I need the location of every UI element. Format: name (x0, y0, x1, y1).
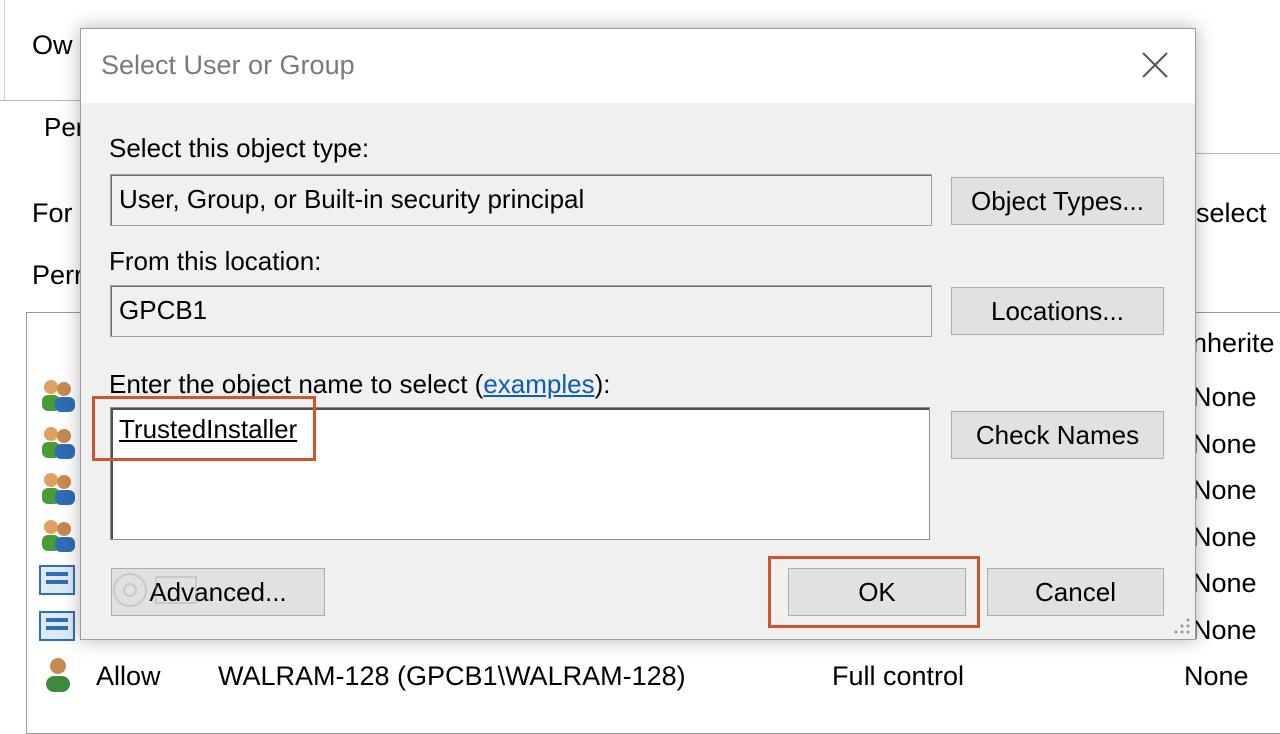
close-icon[interactable] (1135, 45, 1175, 85)
frame-divider (0, 100, 85, 101)
location-field: GPCB1 (110, 285, 932, 337)
locations-button[interactable]: Locations... (951, 287, 1164, 335)
group-icon (42, 427, 75, 459)
owner-label: Ow (32, 30, 73, 60)
group-icon (42, 520, 75, 552)
inherited-cell: None (1192, 475, 1257, 505)
tab-permissions[interactable]: Per (44, 112, 84, 143)
inherited-cell: None (1192, 522, 1257, 552)
system-icon (39, 611, 75, 641)
check-names-button[interactable]: Check Names (951, 411, 1164, 459)
inherited-cell: None (1192, 615, 1257, 645)
permission-entries-label: Perr (32, 260, 84, 290)
tab-divider (1192, 153, 1280, 154)
examples-link[interactable]: examples (483, 369, 594, 399)
window-edge (4, 0, 5, 100)
location-label: From this location: (109, 246, 322, 276)
inherited-cell: None (1192, 429, 1257, 459)
entry-inherited[interactable]: None (1184, 661, 1249, 692)
enter-name-prefix: Enter the object name to select ( (109, 369, 484, 399)
dialog-titlebar[interactable]: Select User or Group (81, 29, 1195, 103)
watermark-logo (113, 573, 197, 607)
entry-type[interactable]: Allow (96, 661, 161, 692)
select-user-or-group-dialog: Select User or Group Select this object … (80, 28, 1196, 640)
cancel-button[interactable]: Cancel (987, 568, 1164, 616)
resize-grip-icon[interactable] (1173, 617, 1191, 635)
object-name-highlight (92, 396, 316, 461)
enter-name-suffix: ): (594, 369, 611, 399)
inherited-cell: None (1192, 382, 1257, 412)
user-icon (46, 658, 70, 692)
ok-button-highlight (768, 556, 980, 628)
group-icon (42, 473, 75, 505)
for-text: For (32, 198, 73, 228)
dialog-title: Select User or Group (101, 50, 355, 80)
group-icon (42, 380, 75, 412)
entry-access[interactable]: Full control (832, 661, 964, 692)
system-icon (39, 565, 75, 595)
entry-principal[interactable]: WALRAM-128 (GPCB1\WALRAM-128) (218, 661, 686, 692)
object-type-label: Select this object type: (109, 133, 370, 163)
select-text: select (1196, 198, 1267, 228)
inherited-cell: None (1192, 568, 1257, 598)
object-types-button[interactable]: Object Types... (951, 177, 1164, 225)
column-header-inherited[interactable]: nherite (1192, 328, 1275, 359)
object-type-field: User, Group, or Built-in security princi… (110, 174, 932, 226)
